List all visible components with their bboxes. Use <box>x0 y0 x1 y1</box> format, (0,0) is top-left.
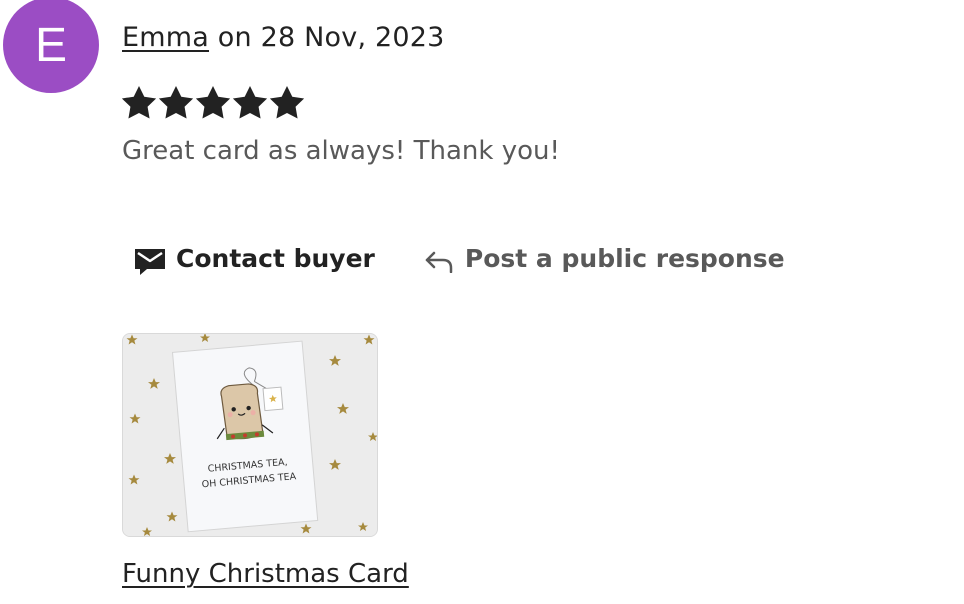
envelope-icon <box>134 248 166 276</box>
reviewer-name-link[interactable]: Emma <box>122 22 209 53</box>
review-actions: Contact buyer Post a public response <box>134 240 785 276</box>
avatar-initial: E <box>34 18 67 72</box>
avatar[interactable]: E <box>3 0 99 93</box>
star-icon <box>195 86 231 119</box>
contact-buyer-label: Contact buyer <box>176 243 375 273</box>
star-rating <box>121 86 305 122</box>
review-text: Great card as always! Thank you! <box>122 136 560 166</box>
star-icon <box>269 86 305 119</box>
product-thumbnail[interactable]: CHRISTMAS TEA, OH CHRISTMAS TEA <box>122 333 378 537</box>
card-illustration: CHRISTMAS TEA, OH CHRISTMAS TEA <box>171 340 319 533</box>
review-item: E Emma on 28 Nov, 2023 Great card as alw… <box>0 0 964 604</box>
product-link[interactable]: Funny Christmas Card <box>122 559 409 589</box>
star-icon <box>232 86 268 119</box>
review-meta: Emma on 28 Nov, 2023 <box>122 22 445 53</box>
contact-buyer-button[interactable]: Contact buyer <box>134 240 375 276</box>
reply-arrow-icon <box>425 251 453 273</box>
review-date: on 28 Nov, 2023 <box>209 22 445 53</box>
star-icon <box>121 86 157 119</box>
star-icon <box>158 86 194 119</box>
post-public-response-button[interactable]: Post a public response <box>425 243 785 273</box>
post-public-response-label: Post a public response <box>464 243 785 273</box>
